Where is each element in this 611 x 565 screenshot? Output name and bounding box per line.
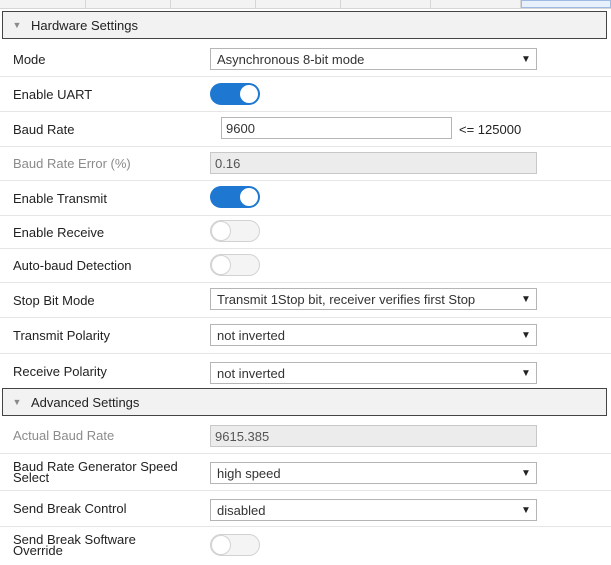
hardware-settings-title: Hardware Settings [31,17,138,33]
transmit-polarity-select[interactable]: not inverted ▼ [210,324,537,346]
baud-rate-limit: <= 125000 [459,122,522,137]
enable-uart-label: Enable UART [13,86,93,102]
stop-bit-select[interactable]: Transmit 1Stop bit, receiver verifies fi… [210,288,537,310]
dropdown-arrow-icon[interactable]: ▼ [516,468,536,479]
dropdown-arrow-icon[interactable]: ▼ [516,54,536,65]
tab-strip-segment [170,0,256,8]
toggle-knob [211,255,231,275]
send-break-select[interactable]: disabled ▼ [210,499,537,521]
brg-speed-select[interactable]: high speed ▼ [210,462,537,484]
baud-rate-value: 9600 [226,120,255,136]
stop-bit-row: Stop Bit Mode Transmit 1Stop bit, receiv… [0,283,611,318]
auto-baud-row: Auto-baud Detection [0,249,611,283]
dropdown-arrow-icon[interactable]: ▼ [516,505,536,516]
enable-uart-row: Enable UART [0,77,611,112]
send-break-row: Send Break Control disabled ▼ [0,491,611,527]
send-break-override-toggle[interactable] [210,534,260,556]
enable-receive-label: Enable Receive [13,224,105,240]
tab-strip-segment [255,0,341,8]
baud-rate-error-row: Baud Rate Error (%) 0.16 [0,147,611,181]
enable-uart-toggle[interactable] [210,83,260,105]
advanced-settings-header[interactable]: ▼ Advanced Settings [2,388,607,416]
brg-speed-label: Baud Rate Generator Speed Select [13,454,178,490]
actual-baud-field: 9615.385 [210,425,537,447]
enable-receive-row: Enable Receive [0,216,611,249]
enable-transmit-label: Enable Transmit [13,190,107,206]
stop-bit-label: Stop Bit Mode [13,292,95,308]
dropdown-arrow-icon[interactable]: ▼ [516,330,536,341]
triangle-down-icon[interactable]: ▼ [3,20,31,30]
top-tab-strip [0,0,611,9]
baud-rate-input[interactable]: 9600 [221,117,452,139]
toggle-knob [211,535,231,555]
baud-rate-label: Baud Rate [13,121,75,137]
tab-strip-segment [0,0,86,8]
tab-strip-segment [430,0,521,8]
baud-rate-row: Baud Rate 9600 <= 125000 [0,112,611,147]
transmit-polarity-label: Transmit Polarity [13,328,111,343]
auto-baud-label: Auto-baud Detection [13,258,132,273]
tab-strip-segment [340,0,431,8]
hardware-settings-header[interactable]: ▼ Hardware Settings [2,11,607,39]
send-break-override-label-line2: Override [13,543,63,558]
enable-transmit-toggle[interactable] [210,186,260,208]
stop-bit-value: Transmit 1Stop bit, receiver verifies fi… [217,291,476,307]
auto-baud-toggle[interactable] [210,254,260,276]
brg-speed-label-line2: Select [13,470,50,485]
enable-receive-toggle[interactable] [210,220,260,242]
mode-select[interactable]: Asynchronous 8-bit mode ▼ [210,48,537,70]
dropdown-arrow-icon[interactable]: ▼ [516,294,536,305]
mode-row: Mode Asynchronous 8-bit mode ▼ [0,42,611,77]
transmit-polarity-row: Transmit Polarity not inverted ▼ [0,318,611,354]
baud-rate-error-label: Baud Rate Error (%) [13,156,131,171]
actual-baud-value: 9615.385 [215,428,270,444]
receive-polarity-label: Receive Polarity [13,363,107,379]
actual-baud-row: Actual Baud Rate 9615.385 [0,418,611,454]
receive-polarity-select[interactable]: not inverted ▼ [210,362,537,384]
actual-baud-label: Actual Baud Rate [13,428,115,443]
send-break-label: Send Break Control [13,501,127,516]
send-break-override-row: Send Break Software Override [0,527,611,563]
transmit-polarity-value: not inverted [217,327,285,343]
dropdown-arrow-icon[interactable]: ▼ [516,368,536,379]
send-break-value: disabled [217,502,266,518]
receive-polarity-row: Receive Polarity not inverted ▼ [0,354,611,388]
advanced-settings-title: Advanced Settings [31,394,140,410]
mode-label: Mode [13,51,46,67]
toggle-knob [239,187,259,207]
triangle-down-icon[interactable]: ▼ [3,397,31,407]
baud-rate-error-field: 0.16 [210,152,537,174]
baud-rate-error-value: 0.16 [215,155,241,171]
brg-speed-value: high speed [217,465,281,481]
toggle-knob [211,221,231,241]
receive-polarity-value: not inverted [217,365,285,381]
tab-strip-selected [521,0,611,8]
tab-strip-segment [85,0,171,8]
brg-speed-row: Baud Rate Generator Speed Select high sp… [0,454,611,491]
toggle-knob [239,84,259,104]
send-break-override-label: Send Break Software Override [13,527,136,563]
enable-transmit-row: Enable Transmit [0,181,611,216]
mode-value: Asynchronous 8-bit mode [217,51,365,67]
